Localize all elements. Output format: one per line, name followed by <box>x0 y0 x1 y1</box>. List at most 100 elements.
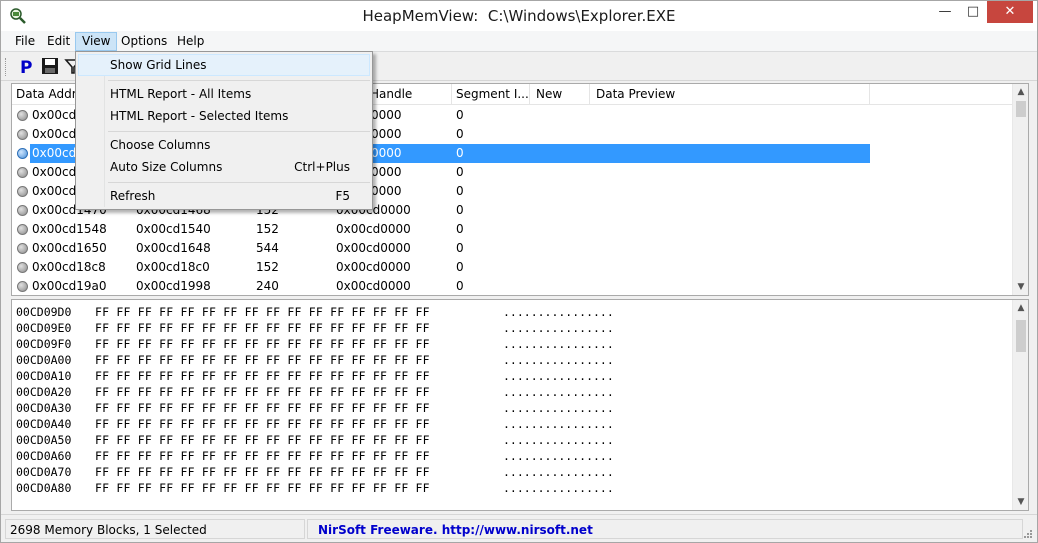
table-row[interactable]: 0x00cd19a0 0x00cd1998 240 0x00cd0000 0 <box>12 277 1014 295</box>
scroll-up-icon[interactable]: ▲ <box>1013 300 1028 316</box>
memory-block-icon <box>17 129 28 140</box>
menu-auto-size-columns[interactable]: Auto Size Columns Ctrl+Plus <box>78 156 370 178</box>
hex-scrollbar[interactable]: ▲ ▼ <box>1012 300 1028 510</box>
hex-bytes: FF FF FF FF FF FF FF FF FF FF FF FF FF F… <box>95 417 430 431</box>
hex-address: 00CD0A60 <box>16 449 72 463</box>
cell-data-address: 0x00cd18c8 <box>32 260 106 274</box>
cell-segment: 0 <box>456 222 464 236</box>
cell-heap-handle: 0000 <box>371 108 402 122</box>
cell-segment: 0 <box>456 260 464 274</box>
window-title: HeapMemView: C:\Windows\Explorer.EXE <box>1 7 1037 25</box>
cell-block-address: 0x00cd1540 <box>136 222 211 236</box>
cell-block-address: 0x00cd1648 <box>136 241 211 255</box>
cell-segment: 0 <box>456 241 464 255</box>
view-menu-dropdown: Show Grid Lines HTML Report - All Items … <box>75 51 373 210</box>
hex-bytes: FF FF FF FF FF FF FF FF FF FF FF FF FF F… <box>95 369 430 383</box>
cell-heap-handle: 0000 <box>371 184 402 198</box>
hex-bytes: FF FF FF FF FF FF FF FF FF FF FF FF FF F… <box>95 321 430 335</box>
properties-icon: P <box>20 58 32 78</box>
hex-ascii: ................ <box>503 337 614 351</box>
menu-refresh[interactable]: Refresh F5 <box>78 185 370 207</box>
cell-heap-handle: 0000 <box>371 146 402 160</box>
memory-block-icon <box>17 243 28 254</box>
menu-html-report-selected[interactable]: HTML Report - Selected Items <box>78 105 370 127</box>
resize-grip-icon[interactable] <box>1023 529 1033 539</box>
hex-address: 00CD0A20 <box>16 385 72 399</box>
menu-item-label: Auto Size Columns <box>110 160 223 174</box>
menu-bar: File Edit View Options Help <box>1 31 1037 52</box>
column-new[interactable]: New <box>530 84 590 105</box>
memory-block-icon <box>17 167 28 178</box>
list-scrollbar[interactable]: ▲ ▼ <box>1012 84 1028 295</box>
minimize-button[interactable]: — <box>931 1 959 23</box>
scroll-thumb[interactable] <box>1016 320 1026 352</box>
hex-ascii: ................ <box>503 481 614 495</box>
save-button[interactable] <box>40 56 60 76</box>
hex-ascii: ................ <box>503 305 614 319</box>
maximize-button[interactable]: □ <box>959 1 987 23</box>
title-bar[interactable]: HeapMemView: C:\Windows\Explorer.EXE — □… <box>1 1 1037 31</box>
menu-view[interactable]: View <box>75 32 118 51</box>
menu-choose-columns[interactable]: Choose Columns <box>78 134 370 156</box>
menu-file[interactable]: File <box>9 32 41 51</box>
cell-segment: 0 <box>456 165 464 179</box>
hex-dump-panel[interactable]: 00CD09D0 FF FF FF FF FF FF FF FF FF FF FF… <box>11 299 1029 511</box>
cell-block-size: 544 <box>256 241 279 255</box>
menu-separator <box>108 80 370 81</box>
menu-shortcut: Ctrl+Plus <box>294 160 350 174</box>
memory-block-icon <box>17 110 28 121</box>
memory-block-icon <box>17 262 28 273</box>
menu-separator <box>108 182 370 183</box>
column-data-preview[interactable]: Data Preview <box>590 84 870 105</box>
table-row[interactable]: 0x00cd1650 0x00cd1648 544 0x00cd0000 0 <box>12 239 1014 258</box>
cell-block-size: 152 <box>256 222 279 236</box>
memory-block-icon <box>17 186 28 197</box>
cell-segment: 0 <box>456 146 464 160</box>
status-nirsoft-link[interactable]: NirSoft Freeware. http://www.nirsoft.net <box>307 519 1023 539</box>
toolbar-grip[interactable] <box>5 58 8 76</box>
cell-segment: 0 <box>456 203 464 217</box>
hex-bytes: FF FF FF FF FF FF FF FF FF FF FF FF FF F… <box>95 401 430 415</box>
scroll-up-icon[interactable]: ▲ <box>1013 84 1028 100</box>
cell-segment: 0 <box>456 279 464 293</box>
maximize-icon: □ <box>966 4 980 19</box>
scroll-down-icon[interactable]: ▼ <box>1013 279 1028 295</box>
cell-block-size: 240 <box>256 279 279 293</box>
properties-button[interactable]: P <box>17 56 37 78</box>
close-button[interactable]: ✕ <box>987 1 1033 23</box>
hex-address: 00CD09F0 <box>16 337 72 351</box>
status-block-count: 2698 Memory Blocks, 1 Selected <box>5 519 305 539</box>
menu-edit[interactable]: Edit <box>41 32 76 51</box>
menu-separator <box>108 131 370 132</box>
hex-ascii: ................ <box>503 321 614 335</box>
menu-options[interactable]: Options <box>115 32 173 51</box>
menu-help[interactable]: Help <box>171 32 210 51</box>
column-segment-index[interactable]: Segment I... <box>452 84 530 105</box>
cell-heap-handle: 0000 <box>371 127 402 141</box>
scroll-thumb[interactable] <box>1016 101 1026 117</box>
menu-html-report-all[interactable]: HTML Report - All Items <box>78 83 370 105</box>
cell-block-address: 0x00cd18c0 <box>136 260 210 274</box>
cell-heap-handle: 0x00cd0000 <box>336 260 411 274</box>
menu-item-label: Choose Columns <box>110 138 211 152</box>
hex-bytes: FF FF FF FF FF FF FF FF FF FF FF FF FF F… <box>95 305 430 319</box>
hex-ascii: ................ <box>503 369 614 383</box>
table-row[interactable]: 0x00cd1548 0x00cd1540 152 0x00cd0000 0 <box>12 220 1014 239</box>
table-row[interactable]: 0x00cd18c8 0x00cd18c0 152 0x00cd0000 0 <box>12 258 1014 277</box>
status-bar: 2698 Memory Blocks, 1 Selected NirSoft F… <box>1 514 1037 542</box>
scroll-down-icon[interactable]: ▼ <box>1013 494 1028 510</box>
hex-ascii: ................ <box>503 449 614 463</box>
cell-data-address: 0x00cd1548 <box>32 222 107 236</box>
hex-ascii: ................ <box>503 401 614 415</box>
menu-show-grid-lines[interactable]: Show Grid Lines <box>78 54 370 76</box>
hex-ascii: ................ <box>503 353 614 367</box>
cell-segment: 0 <box>456 184 464 198</box>
hex-address: 00CD0A10 <box>16 369 72 383</box>
memory-block-icon <box>17 205 28 216</box>
close-icon: ✕ <box>1004 4 1016 19</box>
menu-item-label: HTML Report - Selected Items <box>110 109 289 123</box>
menu-shortcut: F5 <box>335 189 350 203</box>
menu-item-label: HTML Report - All Items <box>110 87 252 101</box>
hex-address: 00CD0A50 <box>16 433 72 447</box>
hex-bytes: FF FF FF FF FF FF FF FF FF FF FF FF FF F… <box>95 337 430 351</box>
